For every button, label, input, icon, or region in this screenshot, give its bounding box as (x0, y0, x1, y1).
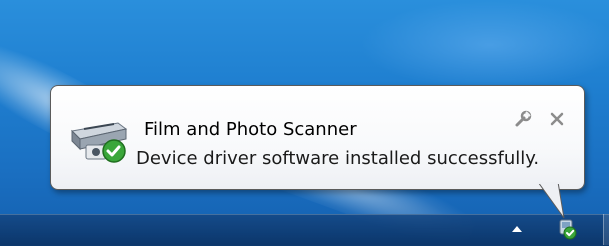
balloon-tail (537, 182, 565, 219)
notification-message: Device driver software installed success… (136, 148, 540, 169)
scanner-check-icon (70, 122, 128, 163)
close-icon[interactable] (548, 110, 566, 128)
wrench-icon[interactable] (514, 110, 532, 128)
show-desktop-button[interactable] (603, 214, 609, 245)
wallpaper-glow (360, 0, 609, 90)
tray-up-arrow-icon[interactable] (512, 226, 522, 232)
notification-title: Film and Photo Scanner (144, 119, 357, 140)
